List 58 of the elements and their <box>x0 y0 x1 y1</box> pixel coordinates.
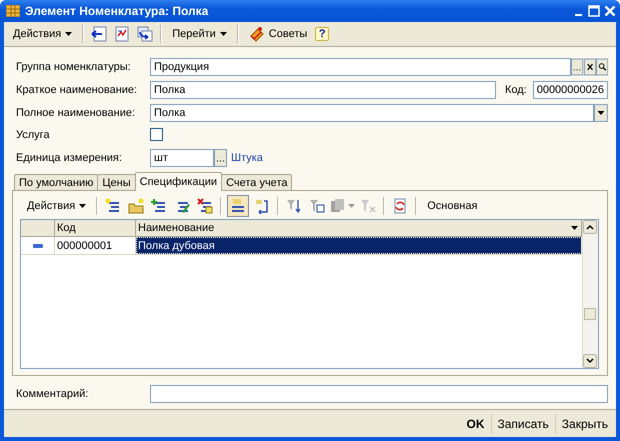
tab[interactable]: Спецификации <box>134 172 222 191</box>
help-button[interactable]: ? <box>315 27 330 41</box>
document-icon[interactable] <box>114 26 130 42</box>
arrow-left-icon[interactable] <box>91 26 108 42</box>
row-marker-icon <box>32 244 42 248</box>
group-field[interactable]: Продукция <box>150 58 572 76</box>
tips-button[interactable]: Советы <box>244 24 312 44</box>
unit-link[interactable]: Штука <box>231 152 263 164</box>
field-label: Группа номенклатуры: <box>16 60 132 72</box>
ellipsis-icon[interactable] <box>214 148 227 166</box>
folder-icon[interactable] <box>128 198 144 214</box>
checkbox[interactable] <box>150 128 163 141</box>
dialog-button[interactable]: Записать <box>490 414 555 434</box>
dialog-button[interactable]: OK <box>460 414 490 434</box>
add-line-icon[interactable] <box>105 198 122 214</box>
caret-icon <box>348 204 356 208</box>
tab[interactable]: Цены <box>97 174 136 190</box>
field-label: Краткое наименование: <box>16 84 138 96</box>
window-icon <box>6 5 20 17</box>
dropdown-icon[interactable] <box>594 104 608 122</box>
actions-menu[interactable]: Действия <box>8 24 78 44</box>
field-label: Полное наименование: <box>16 106 136 118</box>
window-title: Элемент Номенклатура: Полка <box>25 4 210 18</box>
field-label: Комментарий: <box>16 388 90 400</box>
sort-icon[interactable] <box>286 198 302 214</box>
full-name-field[interactable]: Полка <box>150 104 594 122</box>
copy-line-icon[interactable] <box>151 198 168 214</box>
code-label: Код: <box>504 84 527 96</box>
unit-field[interactable]: шт <box>150 148 214 166</box>
code-field[interactable]: 00000000026 <box>532 80 608 98</box>
refresh-icon[interactable] <box>392 198 408 214</box>
search-icon[interactable] <box>596 58 608 76</box>
filter-icon[interactable] <box>309 198 326 214</box>
close-icon[interactable] <box>604 5 616 17</box>
table-cell: Полка дубовая <box>136 237 582 254</box>
main-button[interactable]: Основная <box>422 196 482 216</box>
name-field[interactable]: Полка <box>150 80 496 98</box>
goto-menu[interactable]: Перейти <box>167 24 232 44</box>
delete-line-icon[interactable] <box>197 198 214 214</box>
scroll-thumb-icon[interactable] <box>583 308 597 320</box>
column-header[interactable]: Код <box>55 220 136 236</box>
field-label: Единица измерения: <box>16 152 123 164</box>
caret-icon <box>65 32 72 36</box>
dialog-button[interactable]: Закрыть <box>554 414 614 434</box>
tab[interactable]: По умолчанию <box>14 174 98 190</box>
level-up-icon[interactable] <box>254 198 270 214</box>
caret-icon <box>571 226 578 230</box>
comment-field[interactable] <box>150 385 608 403</box>
scroll-up-icon[interactable] <box>583 220 597 234</box>
scroll-down-icon[interactable] <box>583 354 597 368</box>
maximize-icon[interactable] <box>588 5 600 17</box>
caret-icon <box>220 32 227 36</box>
actions-menu[interactable]: Действия <box>22 196 92 216</box>
tab[interactable]: Счета учета <box>221 174 292 190</box>
arrow-swap-icon[interactable] <box>137 26 154 42</box>
field-label: Услуга <box>16 128 51 140</box>
clear-icon[interactable] <box>584 58 596 76</box>
caret-icon <box>79 204 86 208</box>
